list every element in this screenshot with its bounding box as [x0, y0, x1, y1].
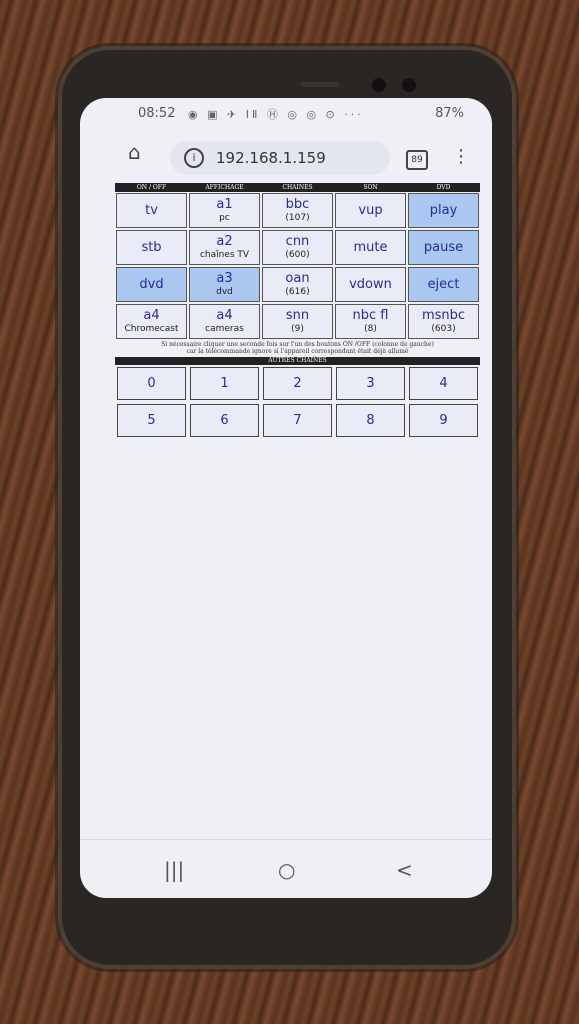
earpiece — [300, 82, 340, 87]
digit-button[interactable]: 1 — [190, 367, 259, 400]
button-label: a3 — [216, 270, 233, 286]
button-label: a1 — [216, 196, 233, 212]
button-label: vdown — [349, 276, 392, 292]
remote-button[interactable]: a4 Chromecast — [116, 304, 187, 339]
button-label: a2 — [216, 233, 233, 249]
button-sublabel: (9) — [291, 323, 304, 334]
header-dvd: DVD — [436, 184, 451, 191]
remote-button[interactable]: nbc fl (8) — [335, 304, 406, 339]
button-label: mute — [353, 239, 388, 255]
home-nav-icon[interactable]: ○ — [278, 858, 295, 882]
remote-button[interactable]: a3 dvd — [189, 267, 260, 302]
digit-button[interactable]: 3 — [336, 367, 405, 400]
header-son: SON — [363, 184, 378, 191]
button-sublabel: dvd — [216, 286, 233, 297]
browser-toolbar: ⌂ i 192.168.1.159 89 ⋮ — [80, 126, 492, 184]
remote-button[interactable]: tv — [116, 193, 187, 228]
remote-button[interactable]: play — [408, 193, 479, 228]
button-label: cnn — [285, 233, 310, 249]
header-chaines: CHAINES — [282, 184, 313, 191]
remote-row: tv a1 pc bbc (107) vup play — [115, 192, 480, 229]
button-label: bbc — [285, 196, 310, 212]
remote-button[interactable]: vdown — [335, 267, 406, 302]
note-line-1: Si nécessaire cliquer une seconde fois s… — [161, 341, 434, 348]
digit-button[interactable]: 5 — [117, 404, 186, 437]
home-icon[interactable]: ⌂ — [128, 140, 141, 164]
remote-row: stb a2 chaînes TV cnn (600) mute pause — [115, 229, 480, 266]
instruction-note: Si nécessaire cliquer une seconde fois s… — [115, 341, 480, 355]
button-sublabel: (600) — [285, 249, 310, 260]
column-headers: ON / OFF AFFICHAGE CHAINES SON DVD — [115, 183, 480, 192]
system-navbar: ||| ○ < — [80, 839, 492, 898]
button-sublabel: cameras — [205, 323, 244, 334]
button-sublabel: pc — [219, 212, 230, 223]
button-label: msnbc — [421, 307, 466, 323]
remote-button[interactable]: pause — [408, 230, 479, 265]
button-label: a4 — [216, 307, 233, 323]
remote-button[interactable]: a1 pc — [189, 193, 260, 228]
digit-row: 56789 — [115, 402, 480, 439]
digit-button[interactable]: 9 — [409, 404, 478, 437]
status-time: 08:52 — [138, 106, 176, 121]
button-label: vup — [358, 202, 383, 218]
digit-button[interactable]: 7 — [263, 404, 332, 437]
address-bar[interactable]: i 192.168.1.159 — [170, 141, 390, 175]
recent-apps-icon[interactable]: ||| — [164, 858, 184, 882]
button-label: snn — [285, 307, 310, 323]
sensor — [402, 78, 416, 92]
button-sublabel: (603) — [431, 323, 456, 334]
digit-button[interactable]: 2 — [263, 367, 332, 400]
other-channels-header: AUTRES CHAINES — [115, 357, 480, 365]
digit-button[interactable]: 0 — [117, 367, 186, 400]
button-label: tv — [145, 202, 158, 218]
button-label: play — [429, 202, 458, 218]
header-on-off: ON / OFF — [136, 184, 167, 191]
more-menu-icon[interactable]: ⋮ — [452, 146, 470, 167]
remote-button[interactable]: msnbc (603) — [408, 304, 479, 339]
button-label: eject — [427, 276, 460, 292]
remote-button[interactable]: cnn (600) — [262, 230, 333, 265]
button-label: pause — [423, 239, 464, 255]
battery-level: 87% — [435, 106, 464, 121]
remote-row: a4 Chromecast a4 cameras snn (9) nbc fl (8) msnb… — [115, 303, 480, 340]
tab-count-button[interactable]: 89 — [406, 150, 428, 170]
digit-button[interactable]: 8 — [336, 404, 405, 437]
remote-control: ON / OFF AFFICHAGE CHAINES SON DVD tv a1 p… — [115, 183, 480, 439]
button-sublabel: chaînes TV — [199, 249, 250, 260]
button-label: nbc fl — [352, 307, 389, 323]
remote-button[interactable]: vup — [335, 193, 406, 228]
back-icon[interactable]: < — [396, 858, 413, 882]
button-sublabel: (616) — [285, 286, 310, 297]
remote-button[interactable]: bbc (107) — [262, 193, 333, 228]
digit-button[interactable]: 6 — [190, 404, 259, 437]
button-sublabel: Chromecast — [124, 323, 179, 334]
button-label: a4 — [143, 307, 160, 323]
remote-button[interactable]: mute — [335, 230, 406, 265]
remote-row: dvd a3 dvd oan (616) vdown eject — [115, 266, 480, 303]
button-label: dvd — [139, 276, 164, 292]
button-label: stb — [141, 239, 162, 255]
note-line-2: car la télécommande ignore si l'appareil… — [186, 348, 409, 355]
remote-button[interactable]: snn (9) — [262, 304, 333, 339]
front-camera — [372, 78, 386, 92]
digit-row: 01234 — [115, 365, 480, 402]
remote-button[interactable]: a4 cameras — [189, 304, 260, 339]
button-sublabel: (8) — [364, 323, 377, 334]
info-icon[interactable]: i — [184, 148, 204, 168]
button-label: oan — [285, 270, 310, 286]
remote-button[interactable]: a2 chaînes TV — [189, 230, 260, 265]
remote-button[interactable]: oan (616) — [262, 267, 333, 302]
remote-button[interactable]: stb — [116, 230, 187, 265]
status-bar: 08:52 ◉ ▣ ✈ ⅠⅡ Ⓗ ◎ ◎ ⊙ ··· 87% — [80, 98, 492, 126]
button-sublabel: (107) — [285, 212, 310, 223]
notification-icons: ◉ ▣ ✈ ⅠⅡ Ⓗ ◎ ◎ ⊙ ··· — [188, 108, 364, 121]
remote-button[interactable]: dvd — [116, 267, 187, 302]
url-text[interactable]: 192.168.1.159 — [216, 149, 326, 167]
remote-button[interactable]: eject — [408, 267, 479, 302]
digit-button[interactable]: 4 — [409, 367, 478, 400]
header-affichage: AFFICHAGE — [205, 184, 244, 191]
